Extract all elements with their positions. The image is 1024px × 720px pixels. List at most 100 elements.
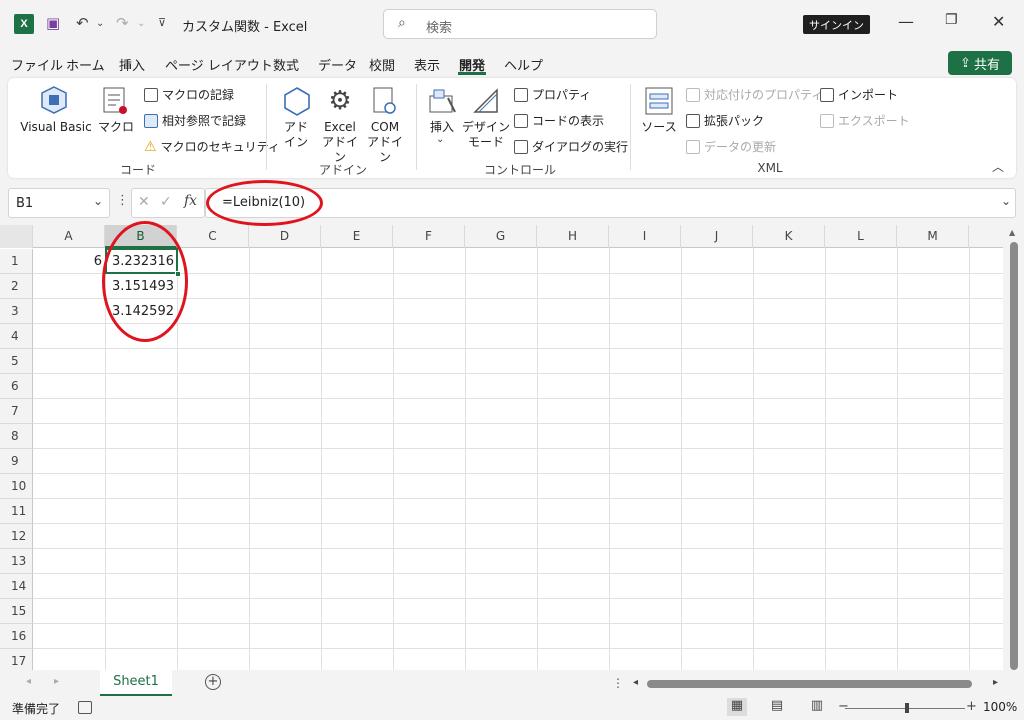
map-properties-button[interactable]: 対応付けのプロパティ [686, 86, 823, 103]
page-break-view-icon[interactable]: ▥ [807, 698, 827, 716]
expansion-packs-button[interactable]: 拡張パック [686, 112, 764, 129]
more-options-icon[interactable]: ⋮ [612, 676, 624, 690]
column-header[interactable]: C [177, 225, 249, 248]
tab-help[interactable]: ヘルプ [504, 55, 543, 74]
row-header[interactable]: 6 [0, 374, 33, 399]
design-mode-button[interactable]: デザイン モード [462, 120, 510, 150]
tab-view[interactable]: 表示 [414, 55, 440, 74]
column-header[interactable]: D [249, 225, 321, 248]
relative-reference-button[interactable]: 相対参照で記録 [144, 112, 246, 129]
search-box[interactable]: ⌕ 検索 [383, 9, 657, 39]
tab-data[interactable]: データ [318, 55, 357, 74]
record-macro-button[interactable]: マクロの記録 [144, 86, 234, 103]
tab-page-layout[interactable]: ページ レイアウト [165, 55, 273, 74]
select-all-button[interactable] [0, 225, 33, 248]
close-icon[interactable]: ✕ [992, 12, 1005, 31]
excel-addin-button[interactable]: Excel アドイン [318, 120, 362, 165]
view-code-button[interactable]: コードの表示 [514, 112, 604, 129]
tab-formulas[interactable]: 数式 [273, 55, 299, 74]
map-properties-icon [686, 87, 700, 102]
row-header[interactable]: 10 [0, 474, 33, 499]
addin-button[interactable]: アド イン [280, 120, 312, 150]
com-addin-button[interactable]: COM アドイン [363, 120, 407, 165]
properties-label: プロパティ [532, 88, 592, 102]
row-header[interactable]: 16 [0, 624, 33, 649]
tab-file[interactable]: ファイル [11, 55, 63, 74]
column-header[interactable]: H [537, 225, 609, 248]
tab-home[interactable]: ホーム [66, 55, 105, 74]
cell-a1[interactable]: 6 [33, 249, 105, 274]
tab-insert[interactable]: 挿入 [119, 55, 145, 74]
column-header[interactable]: E [321, 225, 393, 248]
enter-icon[interactable]: ✓ [160, 194, 172, 210]
scroll-up-icon[interactable]: ▲ [1009, 228, 1015, 237]
column-header[interactable]: I [609, 225, 681, 248]
more-options-icon[interactable]: ⋮ [116, 193, 129, 208]
xml-source-button[interactable]: ソース [638, 120, 680, 135]
column-header[interactable]: L [825, 225, 897, 248]
minimize-icon[interactable]: — [898, 12, 914, 31]
horizontal-scroll-thumb[interactable] [647, 680, 972, 688]
customize-toolbar-icon[interactable]: ⊽ [158, 13, 166, 33]
save-icon[interactable]: ▣ [46, 13, 60, 33]
zoom-out-icon[interactable]: − [838, 699, 849, 714]
column-header[interactable]: M [897, 225, 969, 248]
insert-function-icon[interactable]: fx [184, 193, 197, 209]
row-header[interactable]: 11 [0, 499, 33, 524]
scroll-left-icon[interactable]: ◂ [633, 677, 638, 688]
row-header[interactable]: 17 [0, 649, 33, 670]
name-box[interactable]: B1 ⌄ [8, 188, 110, 218]
zoom-slider-knob[interactable] [905, 703, 909, 713]
row-header[interactable]: 15 [0, 599, 33, 624]
signin-button[interactable]: サインイン [803, 15, 870, 34]
restore-icon[interactable]: ❐ [945, 12, 958, 28]
run-dialog-button[interactable]: ダイアログの実行 [514, 138, 628, 155]
accessibility-icon[interactable] [78, 701, 92, 714]
page-layout-view-icon[interactable]: ▤ [767, 698, 787, 716]
import-button[interactable]: インポート [820, 86, 898, 103]
export-button[interactable]: エクスポート [820, 112, 910, 129]
row-header[interactable]: 7 [0, 399, 33, 424]
zoom-in-icon[interactable]: + [966, 699, 977, 714]
scroll-right-icon[interactable]: ▸ [993, 677, 998, 688]
zoom-level[interactable]: 100% [983, 700, 1017, 714]
expand-formula-icon[interactable]: ⌄ [1001, 194, 1011, 208]
column-header[interactable]: A [33, 225, 105, 248]
row-header[interactable]: 13 [0, 549, 33, 574]
next-sheet-icon[interactable]: ▸ [54, 676, 59, 687]
row-header[interactable]: 14 [0, 574, 33, 599]
undo-icon[interactable]: ↶ [76, 13, 89, 33]
row-header[interactable]: 8 [0, 424, 33, 449]
refresh-data-button[interactable]: データの更新 [686, 138, 776, 155]
undo-dropdown-icon[interactable]: ⌄ [96, 14, 104, 34]
row-header[interactable]: 3 [0, 299, 33, 324]
cancel-icon[interactable]: ✕ [138, 194, 150, 210]
collapse-ribbon-icon[interactable]: ︿ [992, 158, 1004, 175]
column-header[interactable]: F [393, 225, 465, 248]
tab-review[interactable]: 校閲 [369, 55, 395, 74]
redo-icon[interactable]: ↷ [116, 13, 129, 33]
macro-security-button[interactable]: ⚠ マクロのセキュリティ [144, 138, 280, 155]
row-header[interactable]: 4 [0, 324, 33, 349]
row-header[interactable]: 5 [0, 349, 33, 374]
redo-dropdown-icon[interactable]: ⌄ [137, 14, 145, 34]
row-header[interactable]: 1 [0, 249, 33, 274]
normal-view-icon[interactable]: ▦ [727, 698, 747, 716]
macro-button[interactable]: マクロ [96, 120, 136, 135]
row-header[interactable]: 12 [0, 524, 33, 549]
column-header[interactable]: J [681, 225, 753, 248]
add-sheet-icon[interactable]: + [205, 674, 221, 690]
formula-input[interactable]: =Leibniz(10) ⌄ [205, 188, 1016, 218]
column-header[interactable]: G [465, 225, 537, 248]
insert-control-button[interactable]: 挿入 [424, 120, 460, 135]
vertical-scroll-thumb[interactable] [1010, 242, 1018, 670]
sheet-tab[interactable]: Sheet1 [100, 670, 172, 696]
share-button[interactable]: ⇪ 共有 [948, 51, 1012, 75]
previous-sheet-icon[interactable]: ◂ [26, 676, 31, 687]
row-header[interactable]: 9 [0, 449, 33, 474]
grid-line [753, 248, 754, 670]
column-header[interactable]: K [753, 225, 825, 248]
row-header[interactable]: 2 [0, 274, 33, 299]
properties-button[interactable]: プロパティ [514, 86, 591, 103]
visual-basic-button[interactable]: Visual Basic [20, 120, 92, 135]
